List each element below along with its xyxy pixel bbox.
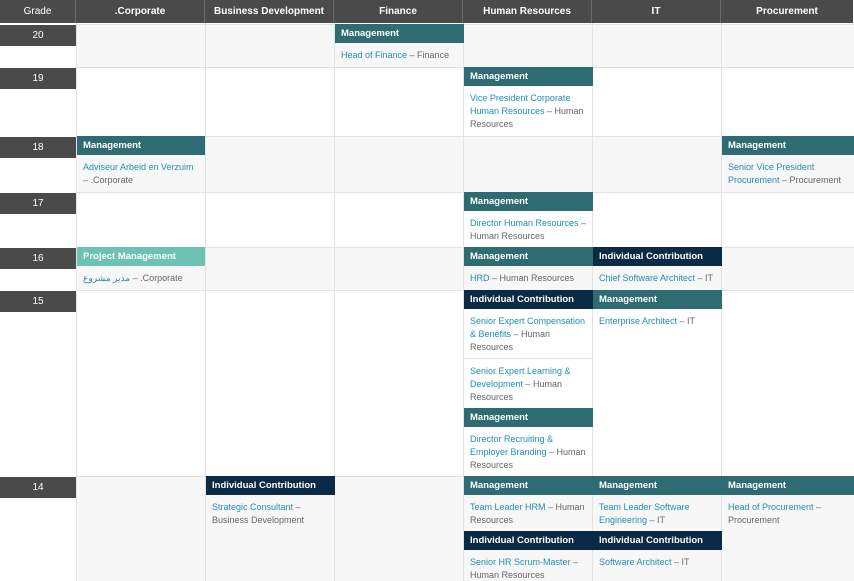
job-entry: Strategic Consultant – Business Developm… xyxy=(206,495,335,531)
management-tag: Management xyxy=(722,136,854,155)
job-title-link[interactable]: Team Leader HRM xyxy=(470,502,546,512)
management-tag: Management xyxy=(464,192,593,211)
grade-label: 14 xyxy=(0,477,76,498)
job-entry: Enterprise Architect – IT xyxy=(593,309,722,332)
job-cell: Management Senior Vice President Procure… xyxy=(722,136,854,191)
job-cell: Management Vice President Corporate Huma… xyxy=(464,67,593,135)
job-cell: Management HRD – Human Resources xyxy=(464,247,593,289)
job-entry: Vice President Corporate Human Resources… xyxy=(464,86,593,135)
job-cell: Management Head of Finance – Finance xyxy=(335,24,464,66)
job-entry: Senior Expert Compensation & Benefits – … xyxy=(464,309,593,359)
job-cell: Management Team Leader Software Engineer… xyxy=(593,476,722,573)
job-cell: Project Management مدير مشروع – .Corpora… xyxy=(77,247,205,289)
job-entry: Head of Finance – Finance xyxy=(335,43,464,66)
grade-column-header: Grade xyxy=(0,0,76,23)
job-cell: Management Head of Procurement – Procure… xyxy=(722,476,854,531)
individual-contribution-tag: Individual Contribution xyxy=(593,247,722,266)
individual-contribution-tag: Individual Contribution xyxy=(206,476,335,495)
job-title-link[interactable]: HRD xyxy=(470,273,490,283)
job-department: – IT xyxy=(647,515,666,525)
dept-header-it: IT xyxy=(592,0,721,23)
job-title-link[interactable]: مدير مشروع xyxy=(83,273,130,283)
job-department: – Procurement xyxy=(779,175,842,185)
job-cell: Individual Contribution Strategic Consul… xyxy=(206,476,335,531)
job-cell: Individual Contribution Chief Software A… xyxy=(593,247,722,289)
job-cell: Individual Contribution Senior Expert Co… xyxy=(464,290,593,476)
job-department: – IT xyxy=(695,273,714,283)
job-cell: Management Director Human Resources – Hu… xyxy=(464,192,593,247)
management-tag: Management xyxy=(722,476,854,495)
job-title-link[interactable]: Senior HR Scrum-Master xyxy=(470,557,571,567)
job-entry: مدير مشروع – .Corporate xyxy=(77,266,205,289)
dept-header-finance: Finance xyxy=(334,0,463,23)
individual-contribution-tag: Individual Contribution xyxy=(464,531,593,550)
grade-label: 17 xyxy=(0,193,76,214)
individual-contribution-tag: Individual Contribution xyxy=(464,290,593,309)
grade-label: 16 xyxy=(0,248,76,269)
job-department: – .Corporate xyxy=(130,273,183,283)
job-title-link[interactable]: Strategic Consultant xyxy=(212,502,293,512)
column-divider xyxy=(76,23,77,581)
grade-label: 15 xyxy=(0,291,76,312)
management-tag: Management xyxy=(464,476,593,495)
job-entry: Team Leader Software Engineering – IT xyxy=(593,495,722,531)
job-cell: Management Adviseur Arbeid en Verzuim – … xyxy=(77,136,205,191)
job-entry: Head of Procurement – Procurement xyxy=(722,495,854,531)
job-department: – IT xyxy=(671,557,690,567)
job-entry: HRD – Human Resources xyxy=(464,266,593,289)
job-title-link[interactable]: Adviseur Arbeid en Verzuim xyxy=(83,162,194,172)
job-department: – IT xyxy=(677,316,696,326)
dept-header-procurement: Procurement xyxy=(721,0,853,23)
dept-header-corporate: .Corporate xyxy=(76,0,205,23)
job-entry: Team Leader HRM – Human Resources xyxy=(464,495,593,531)
job-cell: Management Team Leader HRM – Human Resou… xyxy=(464,476,593,581)
grade-label: 19 xyxy=(0,68,76,89)
grade-label: 20 xyxy=(0,25,76,46)
job-title-link[interactable]: Director Human Resources xyxy=(470,218,579,228)
job-entry: Director Recruiting & Employer Branding … xyxy=(464,427,593,476)
grade-label: 18 xyxy=(0,137,76,158)
dept-header-human-resources: Human Resources xyxy=(463,0,592,23)
grade-row-20 xyxy=(76,24,854,67)
job-entry: Adviseur Arbeid en Verzuim – .Corporate xyxy=(77,155,205,191)
job-entry: Senior HR Scrum-Master – Human Resources xyxy=(464,550,593,581)
job-department: – Finance xyxy=(407,50,450,60)
project-management-tag: Project Management xyxy=(77,247,205,266)
management-tag: Management xyxy=(464,408,593,427)
management-tag: Management xyxy=(593,290,722,309)
management-tag: Management xyxy=(593,476,722,495)
job-entry: Software Architect – IT xyxy=(593,550,722,573)
job-entry: Chief Software Architect – IT xyxy=(593,266,722,289)
management-tag: Management xyxy=(464,67,593,86)
individual-contribution-tag: Individual Contribution xyxy=(593,531,722,550)
job-department: – .Corporate xyxy=(83,175,134,185)
job-title-link[interactable]: Head of Procurement xyxy=(728,502,814,512)
job-department: – Human Resources xyxy=(489,273,575,283)
job-title-link[interactable]: Director Recruiting & Employer Branding xyxy=(470,434,553,457)
job-entry: Senior Expert Learning & Development – H… xyxy=(464,359,593,408)
job-title-link[interactable]: Enterprise Architect xyxy=(599,316,677,326)
job-cell: Management Enterprise Architect – IT xyxy=(593,290,722,332)
job-entry: Senior Vice President Procurement – Proc… xyxy=(722,155,854,191)
management-tag: Management xyxy=(77,136,205,155)
management-tag: Management xyxy=(464,247,593,266)
job-entry: Director Human Resources – Human Resourc… xyxy=(464,211,593,247)
job-title-link[interactable]: Software Architect xyxy=(599,557,672,567)
grid-header: Grade .Corporate Business Development Fi… xyxy=(0,0,854,23)
job-title-link[interactable]: Team Leader Software Engineering xyxy=(599,502,690,525)
job-title-link[interactable]: Head of Finance xyxy=(341,50,407,60)
management-tag: Management xyxy=(335,24,464,43)
dept-header-business-development: Business Development xyxy=(205,0,334,23)
job-title-link[interactable]: Chief Software Architect xyxy=(599,273,695,283)
